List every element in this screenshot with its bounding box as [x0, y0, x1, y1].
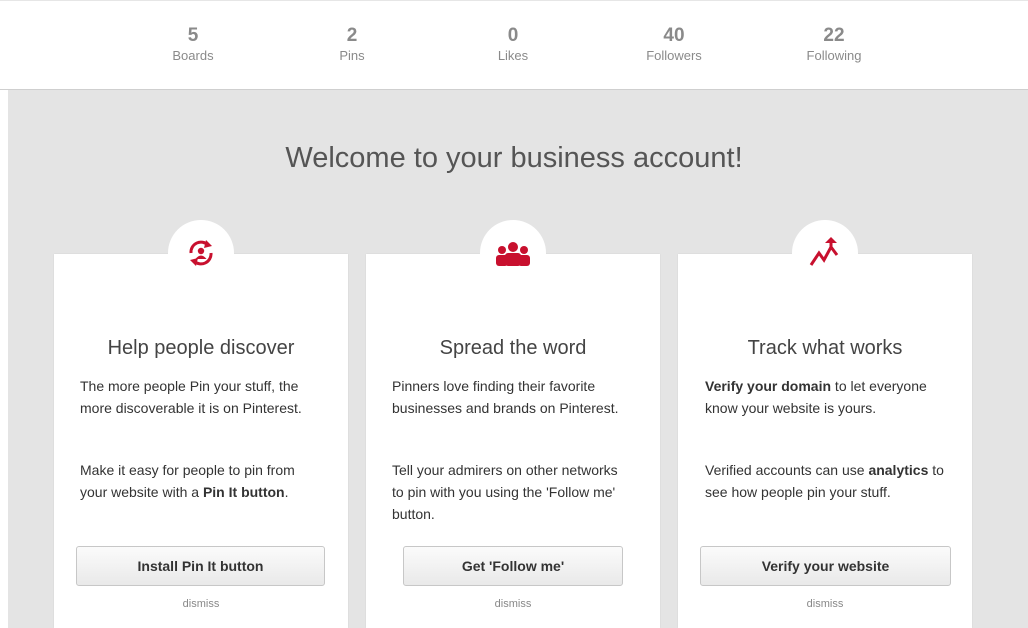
verify-domain-link[interactable]: Verify your domain — [705, 378, 831, 394]
stat-count: 5 — [187, 25, 199, 46]
pin-it-button-link[interactable]: Pin It button — [203, 484, 285, 500]
card-paragraph: Verify your domain to let everyone know … — [705, 375, 945, 419]
install-pin-it-button[interactable]: Install Pin It button — [76, 546, 325, 586]
stat-label: Followers — [646, 48, 702, 63]
stat-label: Following — [806, 48, 862, 63]
people-group-icon — [496, 242, 530, 266]
stat-following[interactable]: 22 Following — [774, 25, 894, 65]
stat-count: 22 — [823, 25, 845, 46]
stat-label: Likes — [497, 48, 529, 63]
card-paragraph: Verified accounts can use analytics to s… — [705, 459, 945, 503]
stat-label: Boards — [172, 48, 214, 63]
stat-followers[interactable]: 40 Followers — [614, 25, 734, 65]
stat-likes[interactable]: 0 Likes — [453, 25, 573, 65]
card-paragraph: Pinners love finding their favorite busi… — [392, 378, 619, 416]
card-title: Help people discover — [107, 337, 295, 359]
dismiss-link[interactable]: dismiss — [54, 598, 348, 610]
profile-stats-bar: 5 Boards 2 Pins 0 Likes 40 Followers 22 … — [0, 0, 1028, 90]
analytics-link[interactable]: analytics — [868, 462, 928, 478]
text-span: Verified accounts can use — [705, 462, 869, 478]
stat-label: Pins — [339, 48, 365, 63]
card-paragraph: The more people Pin your stuff, the more… — [80, 378, 302, 416]
welcome-title: Welcome to your business account! — [285, 142, 743, 174]
card-paragraph: Tell your admirers on other networks to … — [392, 462, 618, 522]
card-icon-badge — [480, 220, 546, 286]
card-icon-badge — [792, 220, 858, 286]
card-paragraph: Make it easy for people to pin from your… — [80, 459, 320, 503]
text-span: . — [284, 484, 289, 500]
stat-count: 40 — [663, 25, 685, 46]
dismiss-link[interactable]: dismiss — [678, 598, 972, 610]
card-icon-badge — [168, 220, 234, 286]
verify-your-website-button[interactable]: Verify your website — [700, 546, 951, 586]
dismiss-link[interactable]: dismiss — [366, 598, 660, 610]
card-title: Track what works — [747, 337, 903, 359]
card-title: Spread the word — [439, 337, 587, 359]
stat-boards[interactable]: 5 Boards — [133, 25, 253, 65]
stat-count: 0 — [507, 25, 519, 46]
get-follow-me-button[interactable]: Get 'Follow me' — [403, 546, 623, 586]
stat-count: 2 — [346, 25, 358, 46]
trending-arrow-icon — [809, 237, 839, 266]
refresh-people-icon — [189, 240, 213, 266]
stat-pins[interactable]: 2 Pins — [292, 25, 412, 65]
